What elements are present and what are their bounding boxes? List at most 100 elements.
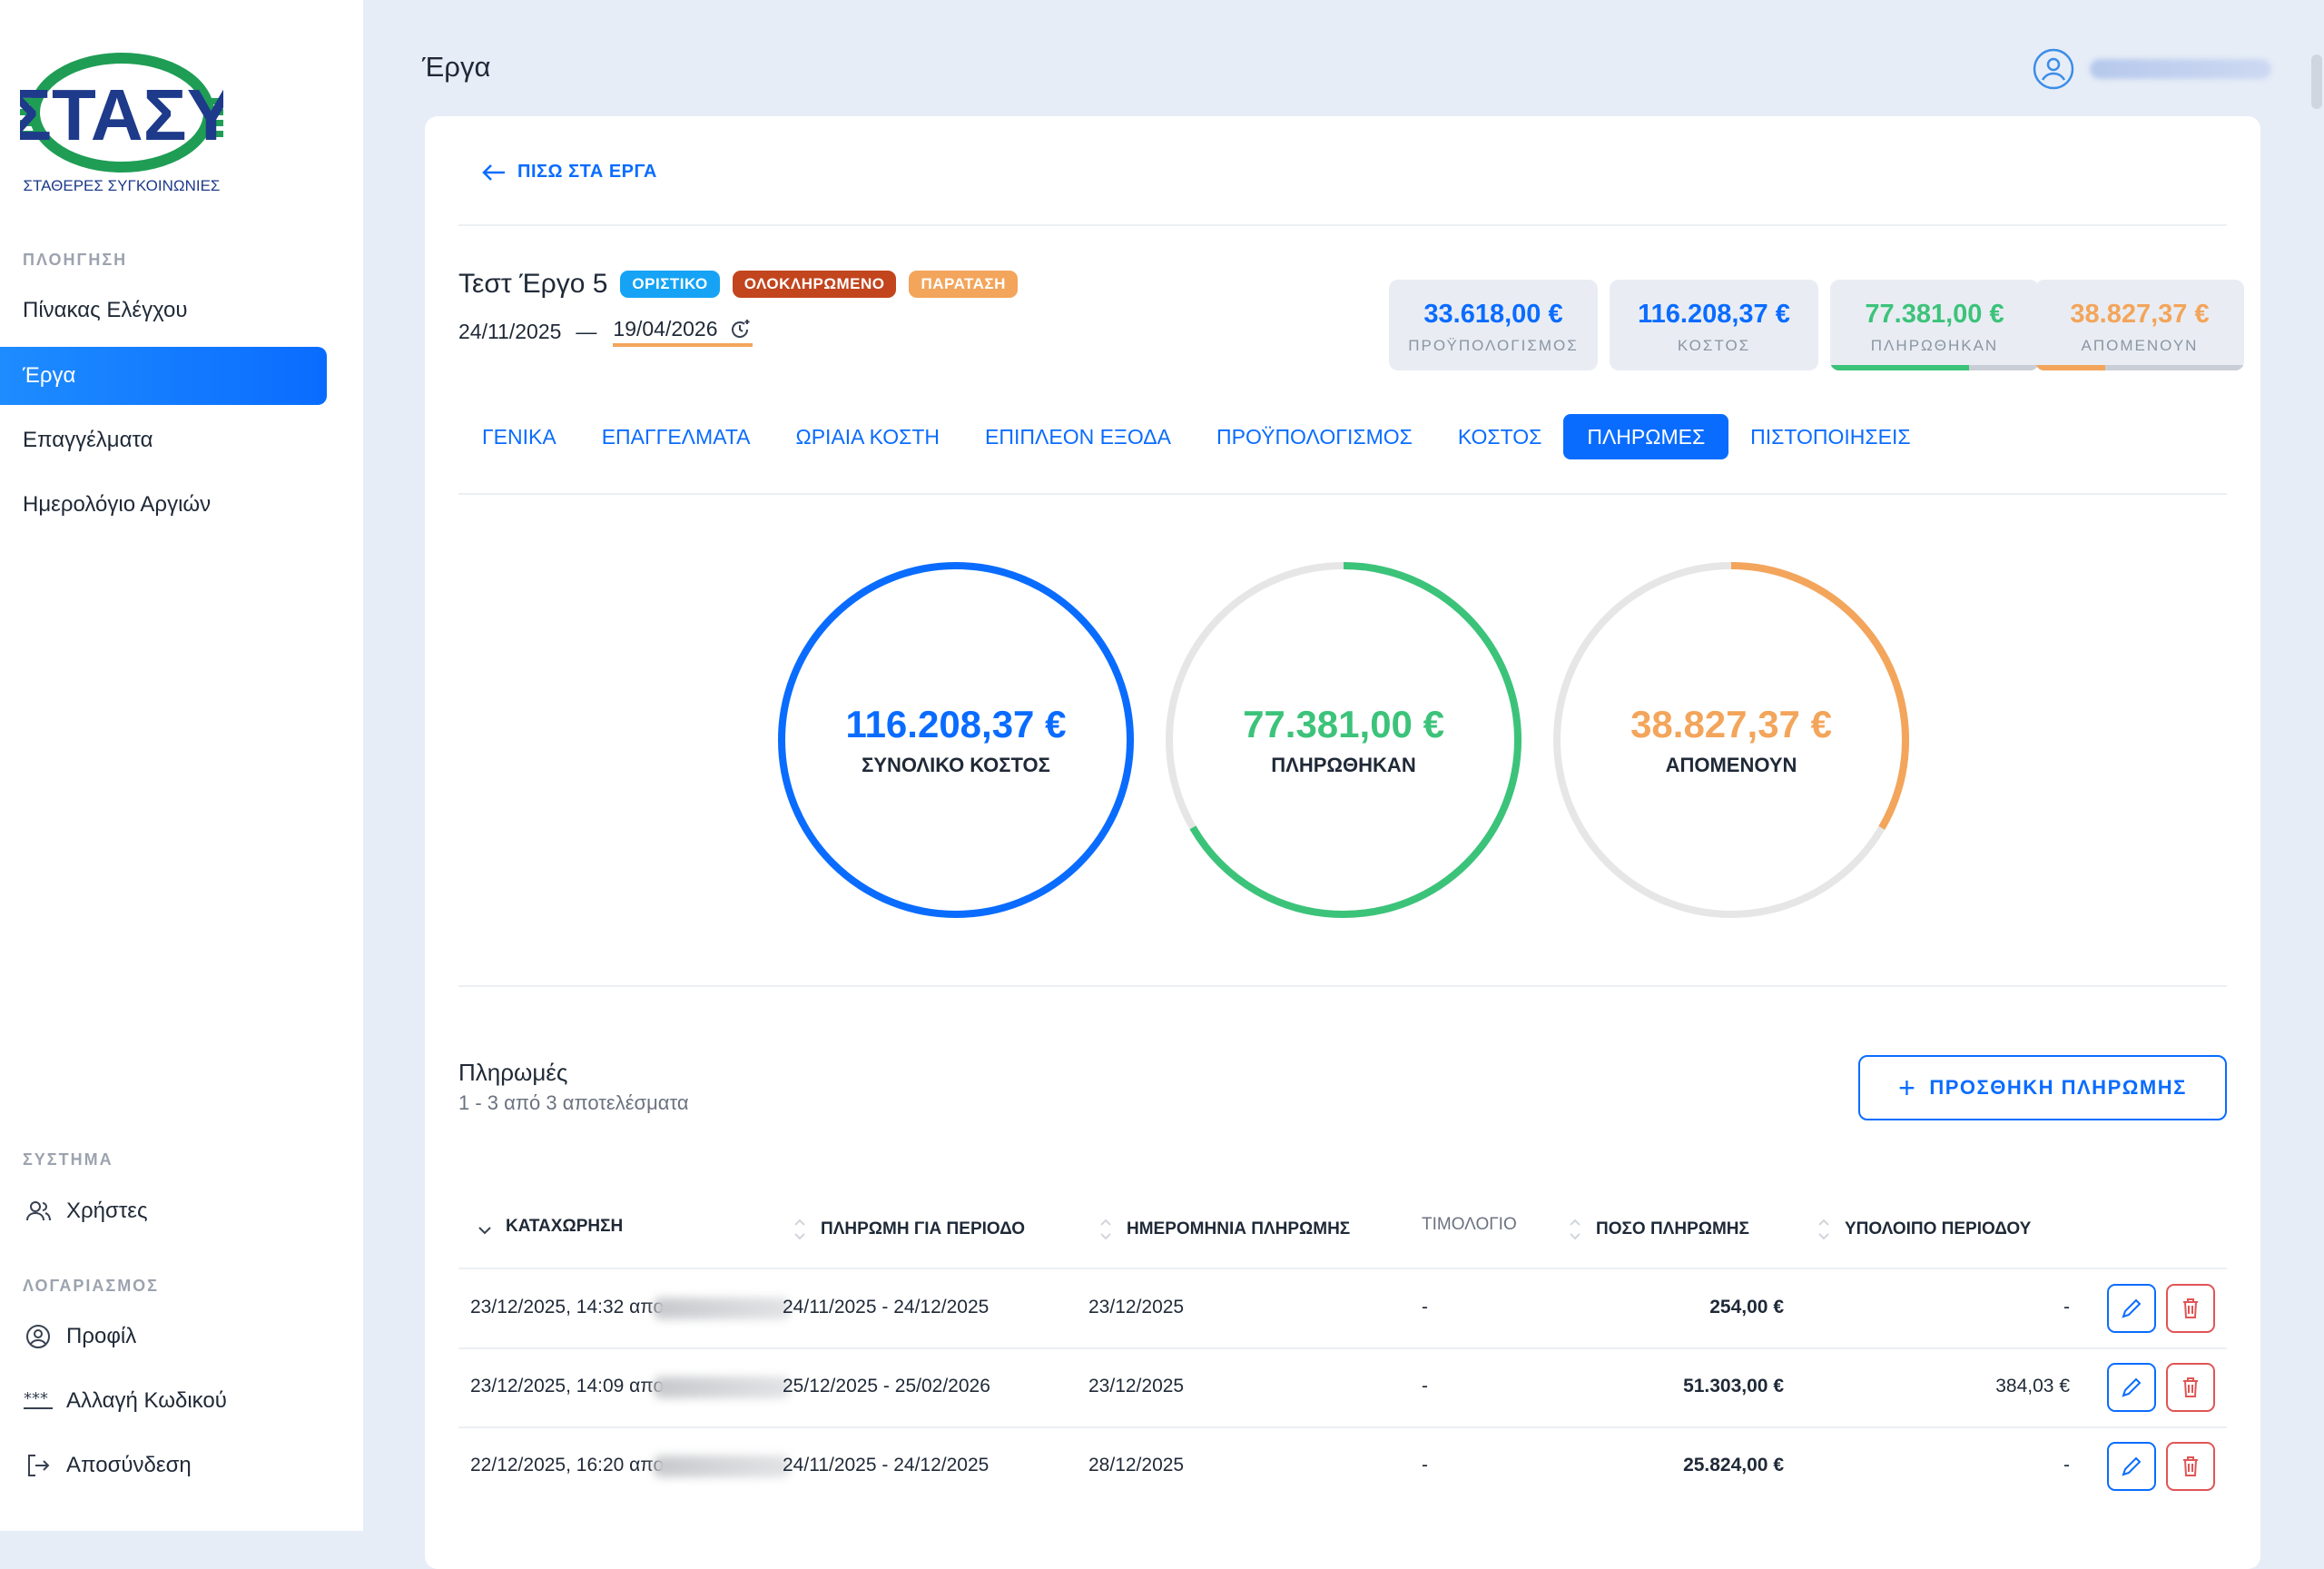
- user-name-redacted: [2090, 59, 2271, 79]
- user-menu[interactable]: [2032, 47, 2271, 91]
- sidebar-item-users[interactable]: Χρήστες: [0, 1182, 327, 1240]
- col-header-balance[interactable]: ΥΠΟΛΟΙΠΟ ΠΕΡΙΟΔΟΥ: [1816, 1217, 2031, 1242]
- start-date: 24/11/2025: [458, 320, 562, 343]
- payments-title: Πληρωμές: [458, 1059, 568, 1086]
- sidebar-item-professions[interactable]: Επαγγέλματα: [0, 411, 327, 469]
- cell-balance: 384,03 €: [1995, 1376, 2070, 1396]
- sidebar-item-change-password[interactable]: *** Αλλαγή Κωδικού: [0, 1372, 327, 1430]
- col-header-label: ΗΜΕΡΟΜΗΝΙΑ ΠΛΗΡΩΜΗΣ: [1127, 1219, 1351, 1238]
- password-icon: ***: [23, 1386, 54, 1416]
- cell-entry: 23/12/2025, 14:32 απο: [470, 1297, 665, 1317]
- cell-entry: 23/12/2025, 14:09 απο: [470, 1376, 665, 1396]
- stat-value: 77.381,00 €: [1865, 300, 2004, 329]
- stat-remaining: 38.827,37 € ΑΠΟΜΕΝΟΥΝ: [2035, 280, 2244, 370]
- col-header-payment-date[interactable]: ΗΜΕΡΟΜΗΝΙΑ ΠΛΗΡΩΜΗΣ: [1098, 1217, 1350, 1242]
- sidebar-item-label: Έργα: [23, 363, 76, 388]
- pencil-icon: [2122, 1298, 2142, 1318]
- user-redacted: [654, 1377, 790, 1398]
- row-divider: [458, 1347, 2227, 1349]
- sidebar-item-label: Ημερολόγιο Αργιών: [23, 492, 212, 517]
- trash-icon: [2183, 1298, 2198, 1318]
- col-header-label: ΤΙΜΟΛΟΓΙΟ: [1422, 1215, 1517, 1234]
- cell-invoice: -: [1422, 1297, 1428, 1317]
- pencil-icon: [2122, 1456, 2142, 1476]
- cell-payment-date: 23/12/2025: [1088, 1297, 1185, 1317]
- stasy-logo: ΣΤΑΣΥ ΣΤΑΘΕΡΕΣ ΣΥΓΚΟΙΝΩΝΙΕΣ: [20, 53, 223, 194]
- col-header-amount[interactable]: ΠΟΣΟ ΠΛΗΡΩΜΗΣ: [1567, 1217, 1749, 1242]
- delete-button[interactable]: [2166, 1363, 2215, 1412]
- edit-button[interactable]: [2107, 1442, 2156, 1491]
- sidebar: ΣΤΑΣΥ ΣΤΑΘΕΡΕΣ ΣΥΓΚΟΙΝΩΝΙΕΣ ΠΛΟΗΓΗΣΗ Πίν…: [0, 0, 363, 1531]
- col-header-entry[interactable]: ΚΑΤΑΧΩΡΗΣΗ: [477, 1217, 623, 1237]
- end-date: 19/04/2026: [613, 317, 753, 347]
- sort-icon: [1100, 1219, 1111, 1240]
- sidebar-item-logout[interactable]: Αποσύνδεση: [0, 1436, 327, 1495]
- ring-label: ΣΥΝΟΛΙΚΟ ΚΟΣΤΟΣ: [862, 754, 1050, 776]
- cell-invoice: -: [1422, 1376, 1428, 1396]
- ring-value: 38.827,37 €: [1630, 703, 1832, 745]
- status-badge-extension: ΠΑΡΑΤΑΣΗ: [909, 271, 1018, 298]
- account-heading: ΛΟΓΑΡΙΑΣΜΟΣ: [23, 1277, 159, 1295]
- logo-text-top: ΣΤΑΣΥ: [20, 74, 223, 155]
- sidebar-item-label: Επαγγέλματα: [23, 428, 153, 452]
- status-badge-completed: ΟΛΟΚΛΗΡΩΜΕΝΟ: [732, 271, 897, 298]
- user-avatar-icon: [2033, 48, 2074, 90]
- cell-amount: 25.824,00 €: [1683, 1455, 1784, 1475]
- sidebar-item-holidays[interactable]: Ημερολόγιο Αργιών: [0, 476, 327, 534]
- sort-desc-icon: [478, 1227, 491, 1235]
- stat-label: ΠΡΟΫΠΟΛΟΓΙΣΜΟΣ: [1408, 337, 1579, 354]
- edit-button[interactable]: [2107, 1284, 2156, 1333]
- sidebar-item-dashboard[interactable]: Πίνακας Ελέγχου: [0, 281, 327, 340]
- scrollbar[interactable]: [2311, 54, 2322, 109]
- user-redacted: [654, 1456, 790, 1477]
- trash-icon: [2183, 1377, 2198, 1397]
- users-icon: [23, 1196, 54, 1227]
- tab-general[interactable]: ΓΕΝΙΚΑ: [458, 414, 580, 459]
- sidebar-item-projects[interactable]: Έργα: [0, 347, 327, 405]
- back-to-projects-link[interactable]: ΠΙΣΩ ΣΤΑ ΕΡΓΑ: [481, 162, 657, 183]
- divider: [458, 985, 2227, 987]
- sidebar-item-label: Χρήστες: [66, 1199, 148, 1223]
- add-payment-button[interactable]: + ΠΡΟΣΘΗΚΗ ΠΛΗΡΩΜΗΣ: [1858, 1055, 2227, 1120]
- cell-balance: -: [2063, 1455, 2070, 1475]
- project-title-row: Τεστ Έργο 5 ΟΡΙΣΤΙΚΟ ΟΛΟΚΛΗΡΩΜΕΝΟ ΠΑΡΑΤΑ…: [458, 269, 1018, 300]
- user-redacted: [654, 1298, 790, 1319]
- sidebar-item-profile[interactable]: Προφίλ: [0, 1308, 327, 1366]
- tab-professions[interactable]: ΕΠΑΓΓΕΛΜΑΤΑ: [578, 414, 774, 459]
- col-header-label: ΠΟΣΟ ΠΛΗΡΩΜΗΣ: [1596, 1219, 1749, 1238]
- tab-payments[interactable]: ΠΛΗΡΩΜΕΣ: [1563, 414, 1729, 459]
- tab-certifications[interactable]: ΠΙΣΤΟΠΟΙΗΣΕΙΣ: [1727, 414, 1934, 459]
- sort-icon: [1570, 1219, 1581, 1240]
- cell-invoice: -: [1422, 1455, 1428, 1475]
- delete-button[interactable]: [2166, 1442, 2215, 1491]
- cell-amount: 254,00 €: [1709, 1297, 1784, 1317]
- table-header-divider: [458, 1268, 2227, 1269]
- ring-remaining: 38.827,37 € ΑΠΟΜΕΝΟΥΝ: [1551, 560, 1911, 920]
- col-header-period[interactable]: ΠΛΗΡΩΜΗ ΓΙΑ ΠΕΡΙΟΔΟ: [792, 1217, 1025, 1242]
- stat-label: ΑΠΟΜΕΝΟΥΝ: [2081, 337, 2199, 354]
- edit-button[interactable]: [2107, 1363, 2156, 1412]
- tab-hourly-costs[interactable]: ΩΡΙΑΙΑ ΚΟΣΤΗ: [773, 414, 964, 459]
- delete-button[interactable]: [2166, 1284, 2215, 1333]
- sidebar-item-label: Πίνακας Ελέγχου: [23, 298, 188, 322]
- logo-text-bottom: ΣΤΑΘΕΡΕΣ ΣΥΓΚΟΙΝΩΝΙΕΣ: [24, 177, 221, 194]
- stat-value: 33.618,00 €: [1423, 300, 1563, 329]
- add-payment-label: ΠΡΟΣΘΗΚΗ ΠΛΗΡΩΜΗΣ: [1929, 1076, 2187, 1099]
- nav-heading: ΠΛΟΗΓΗΣΗ: [23, 251, 128, 269]
- history-icon[interactable]: [729, 318, 753, 341]
- project-title: Τεστ Έργο 5: [458, 269, 608, 299]
- cell-period: 25/12/2025 - 25/02/2026: [783, 1376, 990, 1396]
- tab-extra-expenses[interactable]: ΕΠΙΠΛΕΟΝ ΕΞΟΔΑ: [961, 414, 1195, 459]
- arrow-left-icon: [482, 163, 505, 181]
- ring-label: ΑΠΟΜΕΝΟΥΝ: [1665, 754, 1797, 776]
- divider: [458, 493, 2227, 495]
- cell-entry: 22/12/2025, 16:20 απο: [470, 1455, 665, 1475]
- profile-icon: [23, 1321, 54, 1352]
- stat-progress-bar: [1830, 365, 2039, 370]
- tab-cost[interactable]: ΚΟΣΤΟΣ: [1434, 414, 1565, 459]
- cell-payment-date: 23/12/2025: [1088, 1376, 1185, 1396]
- col-header-invoice: ΤΙΜΟΛΟΓΙΟ: [1422, 1215, 1517, 1235]
- status-badge-final: ΟΡΙΣΤΙΚΟ: [620, 271, 720, 298]
- stat-progress-bar: [2035, 365, 2244, 370]
- tab-budget[interactable]: ΠΡΟΫΠΟΛΟΓΙΣΜΟΣ: [1193, 414, 1436, 459]
